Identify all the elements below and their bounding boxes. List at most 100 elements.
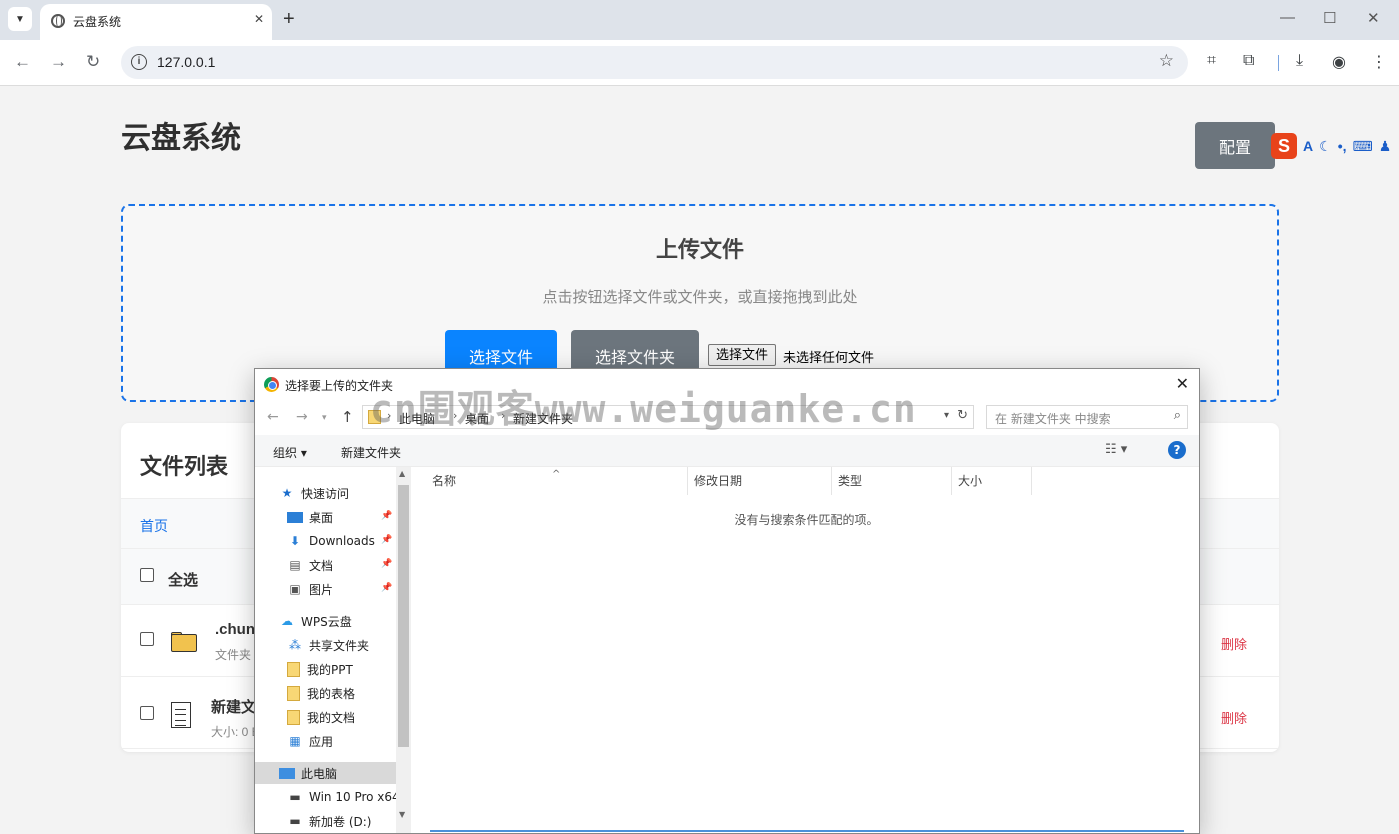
pin-icon[interactable]: 📌 xyxy=(381,559,392,569)
search-placeholder: 在 新建文件夹 中搜索 xyxy=(995,412,1111,426)
document-icon xyxy=(171,702,191,728)
row-checkbox[interactable] xyxy=(140,706,154,720)
tree-item-wps-cloud[interactable]: ☁ WPS云盘 xyxy=(279,610,352,632)
scroll-down-icon[interactable]: ▼ xyxy=(399,810,405,819)
file-name[interactable]: 新建文 xyxy=(211,696,256,717)
folder-name-field-edge[interactable] xyxy=(430,830,1184,832)
maximize-icon[interactable]: ☐ xyxy=(1323,9,1336,27)
recent-locations-chevron-icon[interactable]: ▾ xyxy=(322,413,327,423)
reload-icon[interactable]: ↻ xyxy=(86,52,100,72)
ime-moon-icon[interactable]: ☾ xyxy=(1319,138,1332,155)
folder-icon xyxy=(287,709,300,725)
row-checkbox[interactable] xyxy=(140,632,154,646)
native-file-input-button[interactable]: 选择文件 xyxy=(708,344,776,366)
column-header-size[interactable]: 大小 xyxy=(952,467,1032,495)
tree-item-drive-d[interactable]: ▬ 新加卷 (D:) xyxy=(287,810,371,832)
column-header-name[interactable]: 名称 ^ xyxy=(412,467,688,495)
tree-item-apps[interactable]: ▦ 应用 xyxy=(287,730,333,752)
computer-icon xyxy=(279,767,295,779)
address-dropdown-icon[interactable]: ▾ xyxy=(944,410,949,421)
dialog-close-icon[interactable]: ✕ xyxy=(1176,374,1189,393)
watermark: cn围观客www.weiguanke.cn xyxy=(370,387,917,431)
bookmark-star-icon[interactable]: ☆ xyxy=(1159,51,1174,71)
ime-language-icon[interactable]: A xyxy=(1303,138,1313,154)
config-button[interactable]: 配置 xyxy=(1195,122,1275,169)
help-icon[interactable]: ? xyxy=(1168,441,1186,459)
folder-picker-dialog: 选择要上传的文件夹 ✕ ← → ▾ ↑ › 此电脑 › 桌面 › 新建文件夹 ▾… xyxy=(254,368,1200,834)
back-arrow-icon[interactable]: ← xyxy=(14,52,31,72)
column-header-modified[interactable]: 修改日期 xyxy=(688,467,832,495)
url-text[interactable]: 127.0.0.1 xyxy=(157,54,215,70)
view-options-icon[interactable]: ☷ ▾ xyxy=(1105,442,1127,457)
window-close-icon[interactable]: ✕ xyxy=(1367,9,1380,27)
tree-item-documents[interactable]: ▤ 文档 xyxy=(287,554,333,576)
select-all-checkbox[interactable] xyxy=(140,568,154,582)
dialog-search-input[interactable]: 在 新建文件夹 中搜索 ⌕ xyxy=(986,405,1188,429)
browser-toolbar: ← → ↻ i 127.0.0.1 ☆ ⌗ ⧉ ⤓ ◉ ⋮ xyxy=(0,40,1399,86)
download-icon[interactable]: ⤓ xyxy=(1296,52,1303,70)
share-icon: ⁂ xyxy=(289,638,301,652)
tab-search-chevron-icon[interactable]: ▼ xyxy=(8,7,32,31)
upload-hint: 点击按钮选择文件或文件夹，或直接拖拽到此处 xyxy=(542,289,858,306)
file-list-view[interactable]: 名称 ^ 修改日期 类型 大小 没有与搜索条件匹配的项。 xyxy=(412,467,1199,833)
star-icon: ★ xyxy=(281,486,293,500)
column-header-type[interactable]: 类型 xyxy=(832,467,952,495)
navigation-scrollbar[interactable]: ▲ ▼ xyxy=(396,467,411,833)
scroll-up-icon[interactable]: ▲ xyxy=(399,469,405,478)
address-bar[interactable]: i 127.0.0.1 ☆ xyxy=(121,46,1188,79)
tree-item-shared-folder[interactable]: ⁂ 共享文件夹 xyxy=(287,634,369,656)
scrollbar-thumb[interactable] xyxy=(398,485,409,747)
dialog-forward-arrow-icon[interactable]: → xyxy=(296,409,308,425)
browser-tab-strip: ▼ 云盘系统 ✕ + — ☐ ✕ xyxy=(0,0,1399,40)
desktop-icon xyxy=(287,511,303,523)
forward-arrow-icon[interactable]: → xyxy=(50,52,67,72)
tree-item-pictures[interactable]: ▣ 图片 xyxy=(287,578,333,600)
folder-icon xyxy=(287,661,300,677)
sort-ascending-icon: ^ xyxy=(552,469,561,480)
upload-title: 上传文件 xyxy=(655,237,744,262)
file-name[interactable]: .chun xyxy=(215,621,255,638)
ime-user-icon[interactable]: ♟ xyxy=(1379,138,1392,155)
menu-dots-icon[interactable]: ⋮ xyxy=(1371,52,1387,72)
native-file-status: 未选择任何文件 xyxy=(783,350,875,365)
tree-item-quick-access[interactable]: ★ 快速访问 xyxy=(279,482,349,504)
screenshot-crop-icon[interactable]: ⌗ xyxy=(1207,52,1216,70)
minimize-icon[interactable]: — xyxy=(1280,9,1295,26)
refresh-icon[interactable]: ↻ xyxy=(957,408,968,423)
delete-link[interactable]: 删除 xyxy=(1221,708,1247,727)
tab-close-icon[interactable]: ✕ xyxy=(254,12,264,26)
delete-link[interactable]: 删除 xyxy=(1221,634,1247,653)
extensions-puzzle-icon[interactable]: ⧉ xyxy=(1243,52,1254,70)
up-arrow-icon[interactable]: ↑ xyxy=(341,408,354,426)
new-tab-plus-icon[interactable]: + xyxy=(283,8,295,30)
download-arrow-icon: ⬇ xyxy=(289,534,301,548)
pin-icon[interactable]: 📌 xyxy=(381,535,392,545)
navigation-pane: ★ 快速访问 桌面 📌 ⬇ Downloads 📌 ▤ 文档 📌 ▣ 图片 📌 ☁ WPS… xyxy=(255,467,411,833)
search-icon[interactable]: ⌕ xyxy=(1174,408,1181,423)
browser-tab[interactable]: 云盘系统 ✕ xyxy=(40,4,272,40)
ime-punctuation-icon[interactable]: •, xyxy=(1338,138,1347,154)
sogou-ime-logo-icon[interactable]: S xyxy=(1271,133,1297,159)
drive-icon: ▬ xyxy=(289,814,301,828)
document-icon: ▤ xyxy=(289,558,301,572)
pin-icon[interactable]: 📌 xyxy=(381,511,392,521)
tree-item-my-ppt[interactable]: 我的PPT xyxy=(287,658,353,680)
breadcrumb-home-link[interactable]: 首页 xyxy=(140,516,168,536)
dialog-back-arrow-icon[interactable]: ← xyxy=(267,409,279,425)
site-info-icon[interactable]: i xyxy=(131,54,147,70)
select-all-label: 全选 xyxy=(168,572,199,589)
tree-item-desktop[interactable]: 桌面 xyxy=(287,506,333,528)
new-folder-button[interactable]: 新建文件夹 xyxy=(341,444,401,461)
tree-item-downloads[interactable]: ⬇ Downloads xyxy=(287,530,375,552)
tree-item-my-docs[interactable]: 我的文档 xyxy=(287,706,355,728)
cloud-icon: ☁ xyxy=(281,614,293,628)
profile-avatar-icon[interactable]: ◉ xyxy=(1332,52,1346,72)
tree-item-my-sheets[interactable]: 我的表格 xyxy=(287,682,355,704)
page-title: 云盘系统 xyxy=(121,122,241,155)
tree-item-drive-c[interactable]: ▬ Win 10 Pro x64 xyxy=(287,786,399,808)
organize-button[interactable]: 组织 ▾ xyxy=(273,444,307,461)
file-list-title: 文件列表 xyxy=(140,454,229,479)
tree-item-this-pc[interactable]: 此电脑 xyxy=(255,762,396,784)
ime-keyboard-icon[interactable]: ⌨ xyxy=(1352,138,1372,155)
pin-icon[interactable]: 📌 xyxy=(381,583,392,593)
